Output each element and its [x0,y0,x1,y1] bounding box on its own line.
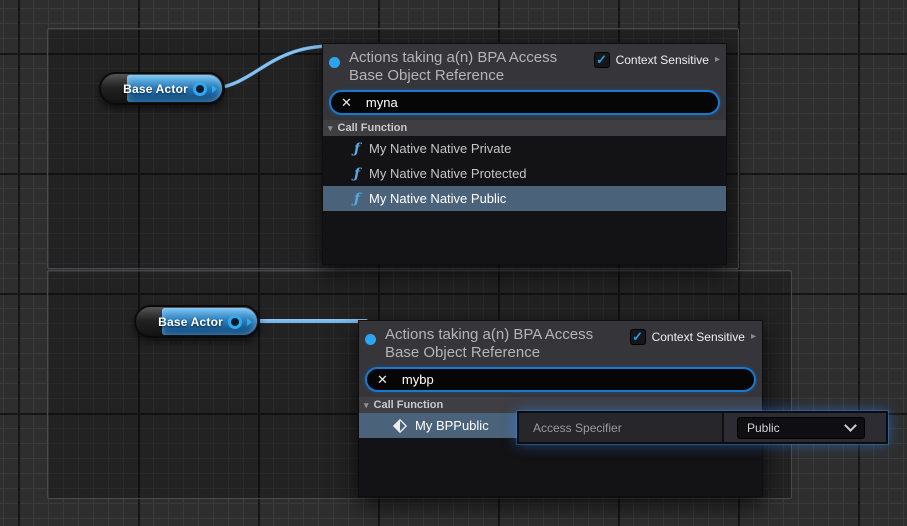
collapse-arrow-icon: ▾ [364,400,369,411]
blueprint-function-diamond-icon [393,419,407,433]
output-pin-arrow-icon [212,85,217,93]
access-specifier-value-section: Public [724,413,886,442]
submenu-arrow-icon[interactable]: ▸ [751,331,756,342]
menu-title: Actions taking a(n) BPA Access Base Obje… [349,49,585,87]
list-item-label: My Native Native Public [369,191,506,206]
node-base-actor-bottom[interactable]: Base Actor [134,305,260,338]
category-call-function[interactable]: ▾ Call Function [323,120,726,136]
action-search-box[interactable]: ✕ [365,367,756,392]
action-menu-top: Actions taking a(n) BPA Access Base Obje… [322,43,727,265]
menu-title: Actions taking a(n) BPA Access Base Obje… [385,326,621,364]
list-item-label: My Native Native Protected [369,166,527,181]
output-pin-icon[interactable] [193,82,207,96]
category-label: Call Function [338,122,408,134]
context-sensitive-checkbox[interactable]: ✓ [594,52,610,68]
search-input[interactable] [402,372,744,387]
output-pin-arrow-icon [247,318,252,326]
context-sensitive-toggle[interactable]: ✓ Context Sensitive ▸ [594,52,720,87]
action-list: ƒ My Native Native Private ƒ My Native N… [323,136,726,264]
context-sensitive-label: Context Sensitive [652,330,745,344]
action-tooltip: Access Specifier Public [517,411,888,444]
action-menu-bottom: Actions taking a(n) BPA Access Base Obje… [358,320,763,497]
node-title: Base Actor [158,315,223,329]
node-title: Base Actor [123,82,188,96]
clear-search-icon[interactable]: ✕ [377,373,388,386]
list-item-label: My BPPublic [415,418,489,433]
category-label: Call Function [374,399,444,411]
list-item-label: My Native Native Private [369,141,511,156]
list-item[interactable]: ƒ My Native Native Protected [323,161,726,186]
list-item[interactable]: ƒ My Native Native Private [323,136,726,161]
function-icon: ƒ [354,192,360,206]
access-specifier-dropdown[interactable]: Public [737,417,865,439]
list-item-selected[interactable]: ƒ My Native Native Public [323,186,726,211]
node-base-actor-top[interactable]: Base Actor [99,72,225,105]
context-sensitive-label: Context Sensitive [616,53,709,67]
chevron-down-icon [844,419,857,432]
function-icon: ƒ [354,167,360,181]
function-icon: ƒ [354,142,360,156]
reference-pin-dot-icon [329,57,340,68]
action-search-box[interactable]: ✕ [329,90,720,115]
clear-search-icon[interactable]: ✕ [341,96,352,109]
output-pin-icon[interactable] [228,315,242,329]
search-input[interactable] [366,95,708,110]
blueprint-graph-canvas[interactable]: Base Actor Base Actor Actions taking a(n… [0,0,907,526]
check-icon: ✓ [596,52,607,68]
check-icon: ✓ [632,329,643,345]
access-specifier-label: Access Specifier [533,421,622,435]
reference-pin-dot-icon [365,334,376,345]
menu-header: Actions taking a(n) BPA Access Base Obje… [323,44,726,120]
context-sensitive-toggle[interactable]: ✓ Context Sensitive ▸ [630,329,756,364]
access-specifier-section: Access Specifier [519,413,724,442]
context-sensitive-checkbox[interactable]: ✓ [630,329,646,345]
menu-header: Actions taking a(n) BPA Access Base Obje… [359,321,762,397]
submenu-arrow-icon[interactable]: ▸ [715,54,720,65]
dropdown-value: Public [747,421,780,435]
collapse-arrow-icon: ▾ [328,123,333,134]
